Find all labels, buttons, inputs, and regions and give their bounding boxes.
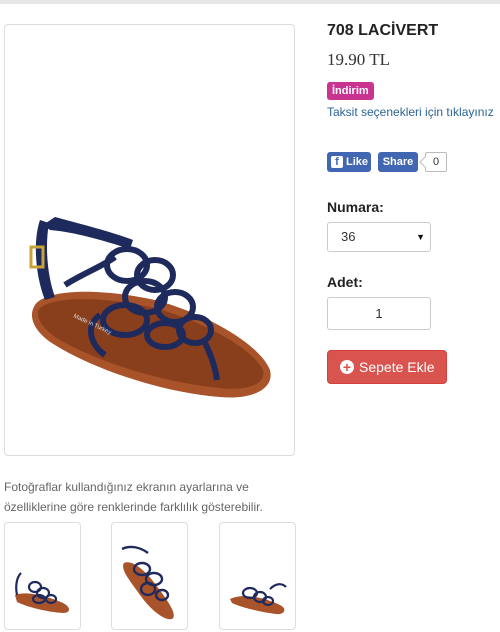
dropdown-arrow-icon: ▼ — [416, 232, 425, 242]
product-title: 708 LACİVERT — [327, 22, 439, 39]
like-label: Like — [346, 156, 369, 168]
main-product-image[interactable]: Made in Turkey — [4, 24, 295, 456]
top-bar — [0, 0, 500, 4]
add-to-cart-label: Sepete Ekle — [359, 359, 435, 375]
discount-badge: İndirim — [327, 82, 374, 100]
disclaimer-line-1: Fotoğraflar kullandığınız ekranın ayarla… — [4, 480, 249, 494]
product-price: 19.90 TL — [327, 50, 390, 69]
size-label: Numara: — [327, 199, 384, 215]
color-disclaimer: Fotoğraflar kullandığınız ekranın ayarla… — [4, 477, 296, 517]
installment-link[interactable]: Taksit seçenekleri için tıklayınız — [327, 105, 494, 119]
thumbnail-sandal-angle-view — [230, 583, 287, 615]
thumbnail-2[interactable] — [111, 522, 188, 630]
facebook-share-button[interactable]: Share — [378, 152, 418, 172]
size-selected-value: 36 — [341, 229, 356, 244]
quantity-label: Adet: — [327, 274, 363, 290]
disclaimer-line-2: özelliklerine göre renklerinde farklılık… — [4, 500, 263, 514]
add-to-cart-button[interactable]: + Sepete Ekle — [327, 350, 447, 384]
sandal-image: Made in Turkey — [29, 217, 271, 398]
thumbnail-3[interactable] — [219, 522, 296, 630]
facebook-icon: f — [331, 156, 343, 168]
thumbnail-sandal-top-view — [121, 545, 174, 620]
share-count: 0 — [425, 152, 447, 172]
quantity-input[interactable]: 1 — [327, 297, 431, 330]
thumbnail-1[interactable] — [4, 522, 81, 630]
size-select[interactable]: 36 ▼ — [327, 222, 431, 252]
plus-circle-icon: + — [340, 360, 354, 374]
thumbnail-sandal-side-view — [15, 572, 69, 613]
facebook-like-button[interactable]: f Like — [327, 152, 371, 172]
